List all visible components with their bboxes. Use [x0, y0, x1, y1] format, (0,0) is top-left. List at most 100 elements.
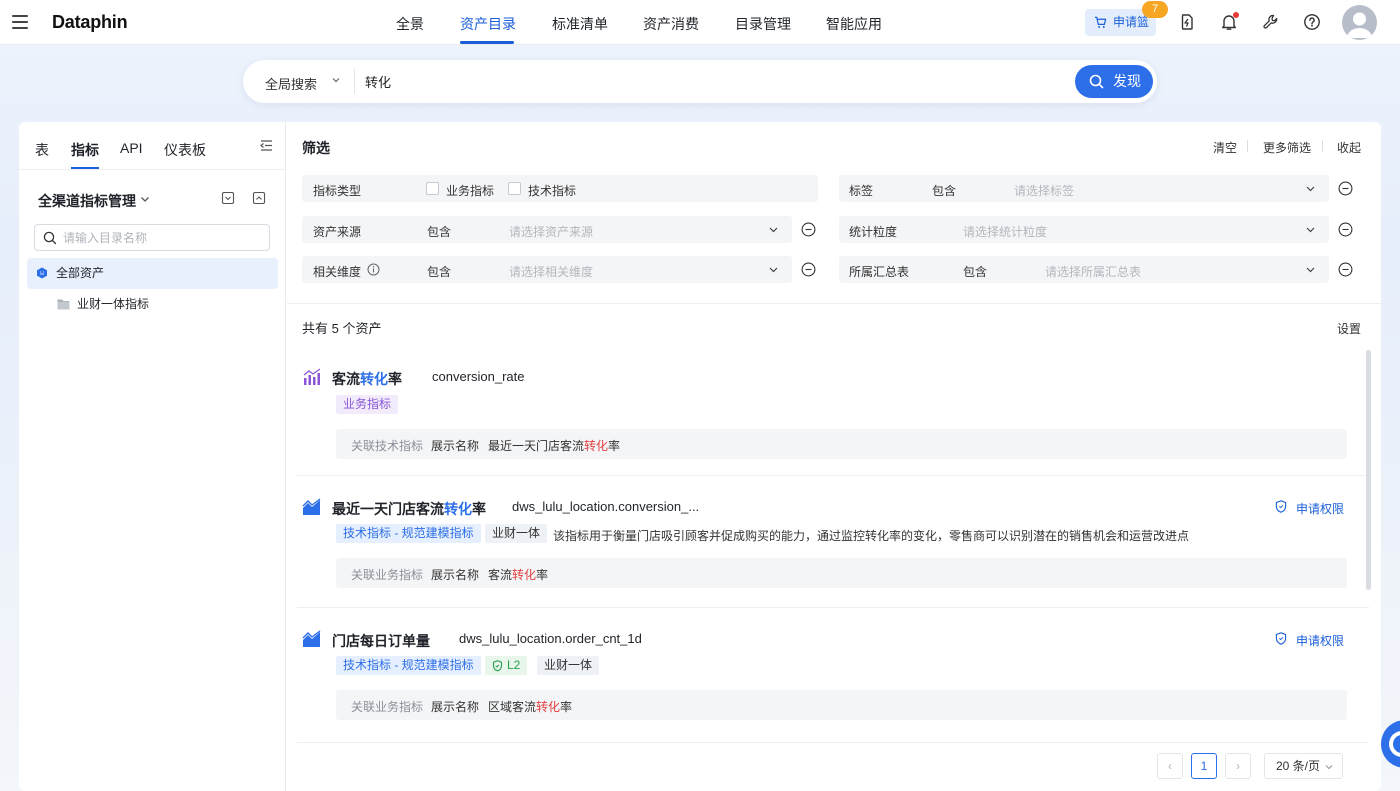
results-scrollbar[interactable] [1366, 350, 1371, 590]
filter-operator[interactable]: 包含 [932, 182, 956, 199]
app-logo[interactable]: Dataphin [52, 12, 128, 33]
search-icon [1089, 74, 1104, 89]
prev-page-button[interactable]: ‹ [1157, 753, 1183, 779]
title-highlight: 转化 [360, 371, 388, 387]
related-highlight: 转化 [512, 568, 537, 582]
tab-api[interactable]: API [120, 140, 143, 156]
card-separator [297, 742, 1369, 743]
related-text: 最近一天门店客流 [488, 439, 585, 453]
tab-dashboard[interactable]: 仪表板 [164, 140, 206, 160]
technical-metric-tag: 技术指标 - 规范建模指标 [336, 524, 481, 543]
nav-active-indicator [460, 41, 514, 44]
shield-icon [1275, 632, 1287, 645]
title-highlight: 转化 [444, 501, 472, 517]
related-value-link[interactable]: 区域客流转化率 [488, 698, 572, 715]
related-highlight: 转化 [536, 700, 561, 714]
filter-operator[interactable]: 包含 [427, 223, 451, 240]
nav-smart-apps[interactable]: 智能应用 [826, 14, 882, 34]
related-value-link[interactable]: 最近一天门店客流转化率 [488, 437, 620, 454]
related-text: 客流 [488, 568, 513, 582]
nav-overview[interactable]: 全景 [396, 14, 424, 34]
result-count: 共有 5 个资产 [302, 321, 382, 336]
clear-filters-button[interactable]: 清空 [1213, 139, 1237, 156]
collapse-all-icon[interactable] [252, 191, 266, 205]
tab-metric[interactable]: 指标 [71, 140, 99, 160]
collapse-panel-icon[interactable] [260, 139, 273, 152]
card-separator [297, 607, 1369, 608]
more-filters-button[interactable]: 更多筛选 [1263, 139, 1311, 156]
directory-search-input[interactable] [63, 229, 263, 247]
asset-cube-icon [37, 267, 47, 279]
related-key: 关联业务指标 [351, 568, 424, 582]
filter-operator[interactable]: 包含 [963, 263, 987, 280]
collapse-filters-button[interactable]: 收起 [1337, 139, 1361, 156]
nav-asset-catalog[interactable]: 资产目录 [460, 14, 516, 34]
checkbox-technical-metric[interactable] [508, 182, 521, 195]
settings-button[interactable]: 设置 [1337, 320, 1361, 337]
remove-filter-icon[interactable] [1338, 222, 1353, 237]
technical-metric-area-icon [302, 498, 321, 515]
remove-filter-icon[interactable] [801, 262, 816, 277]
help-icon[interactable] [1303, 13, 1321, 31]
apply-permission-button[interactable]: 申请权限 [1275, 632, 1344, 649]
asset-code: conversion_rate [432, 369, 525, 384]
catalog-tree-title[interactable]: 全渠道指标管理 [38, 191, 136, 211]
search-input[interactable] [365, 68, 1065, 95]
page-1-button[interactable]: 1 [1191, 753, 1217, 779]
filter-row-stat-granularity: 统计粒度 请选择统计粒度 [839, 216, 1329, 243]
info-icon[interactable] [367, 263, 380, 276]
top-bar: Dataphin 全景 资产目录 标准清单 资产消费 目录管理 智能应用 申请篮… [0, 0, 1400, 45]
technical-metric-tag: 技术指标 - 规范建模指标 [336, 656, 481, 675]
related-dimension-select[interactable]: 请选择相关维度 [509, 263, 593, 280]
remove-filter-icon[interactable] [1338, 181, 1353, 196]
tag-select[interactable]: 请选择标签 [1014, 182, 1074, 199]
user-avatar[interactable] [1342, 5, 1377, 40]
remove-filter-icon[interactable] [801, 222, 816, 237]
filter-operator[interactable]: 包含 [427, 263, 451, 280]
related-label: 展示名称 [431, 439, 480, 453]
apply-permission-button[interactable]: 申请权限 [1275, 500, 1344, 517]
nav-catalog-management[interactable]: 目录管理 [735, 14, 791, 34]
tab-table[interactable]: 表 [35, 140, 49, 160]
page-size-select[interactable]: 20 条/页 [1264, 753, 1343, 779]
results-area: 筛选 清空 更多筛选 收起 指标类型 业务指标 技术指标 标签 包含 请选择标签… [287, 122, 1381, 791]
title-text: 最近一天门店客流 [332, 501, 444, 517]
related-highlight: 转化 [584, 439, 609, 453]
asset-source-select[interactable]: 请选择资产来源 [509, 223, 593, 240]
search-scope-select[interactable]: 全局搜索 [265, 74, 317, 93]
security-level-tag: L2 [485, 656, 528, 675]
lightning-doc-icon[interactable] [1178, 13, 1196, 31]
nav-standard-list[interactable]: 标准清单 [552, 14, 608, 34]
checkbox-business-metric[interactable] [426, 182, 439, 195]
filter-row-metric-type: 指标类型 业务指标 技术指标 [302, 175, 818, 202]
floating-assistant-button[interactable] [1381, 720, 1400, 768]
asset-title[interactable]: 客流转化率 [332, 369, 402, 389]
related-label: 展示名称 [431, 700, 480, 714]
tree-item-all-assets[interactable]: 全部资产 [27, 258, 278, 289]
directory-search-field [34, 224, 270, 251]
wrench-icon[interactable] [1262, 13, 1280, 31]
notification-dot [1233, 12, 1239, 18]
related-label: 展示名称 [431, 568, 480, 582]
hamburger-menu-icon[interactable] [12, 15, 28, 29]
title-text: 门店每日订单量 [332, 633, 430, 649]
chevron-down-icon [769, 267, 778, 273]
summary-table-select[interactable]: 请选择所属汇总表 [1045, 263, 1141, 280]
next-page-button[interactable]: › [1225, 753, 1251, 779]
technical-metric-area-icon [302, 630, 321, 647]
related-value-link[interactable]: 客流转化率 [488, 566, 548, 583]
tree-item-finance-metrics[interactable]: 业财一体指标 [27, 289, 278, 320]
nav-asset-consumption[interactable]: 资产消费 [643, 14, 699, 34]
discover-button[interactable]: 发现 [1075, 65, 1153, 98]
filter-row-summary-table: 所属汇总表 包含 请选择所属汇总表 [839, 256, 1329, 283]
discover-button-label: 发现 [1113, 73, 1141, 89]
expand-all-icon[interactable] [221, 191, 235, 205]
card-separator [297, 475, 1369, 476]
asset-title[interactable]: 最近一天门店客流转化率 [332, 499, 486, 519]
asset-title[interactable]: 门店每日订单量 [332, 631, 430, 651]
chevron-down-icon [1325, 765, 1333, 770]
stat-granularity-select[interactable]: 请选择统计粒度 [963, 223, 1047, 240]
asset-code: dws_lulu_location.conversion_... [512, 499, 700, 514]
action-separator [1247, 140, 1248, 152]
remove-filter-icon[interactable] [1338, 262, 1353, 277]
